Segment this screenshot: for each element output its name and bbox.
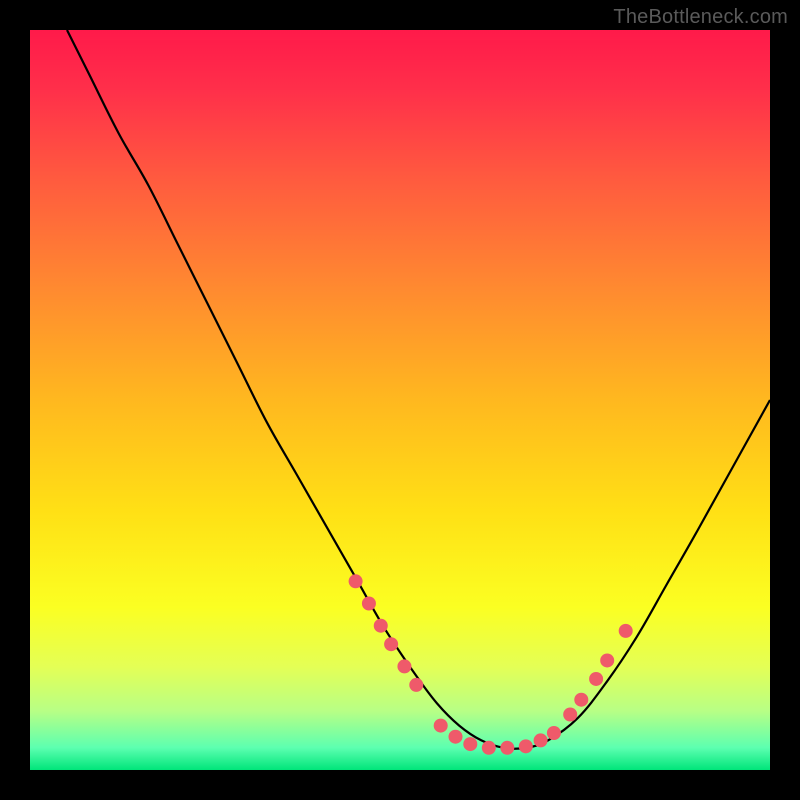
curve-marker <box>563 708 577 722</box>
curve-marker <box>397 659 411 673</box>
curve-marker <box>589 672 603 686</box>
curve-marker <box>449 730 463 744</box>
curve-marker <box>384 637 398 651</box>
curve-marker <box>500 741 514 755</box>
curve-marker <box>374 619 388 633</box>
plot-area <box>30 30 770 770</box>
curve-marker <box>534 733 548 747</box>
curve-marker <box>600 653 614 667</box>
curve-marker <box>463 737 477 751</box>
gradient-background <box>30 30 770 770</box>
curve-marker <box>619 624 633 638</box>
attribution-label: TheBottleneck.com <box>613 6 788 29</box>
curve-marker <box>519 739 533 753</box>
curve-marker <box>349 574 363 588</box>
curve-marker <box>482 741 496 755</box>
curve-marker <box>362 597 376 611</box>
curve-marker <box>409 678 423 692</box>
curve-marker <box>574 693 588 707</box>
chart-svg <box>30 30 770 770</box>
chart-frame: TheBottleneck.com <box>0 0 800 800</box>
curve-marker <box>434 719 448 733</box>
curve-marker <box>547 726 561 740</box>
